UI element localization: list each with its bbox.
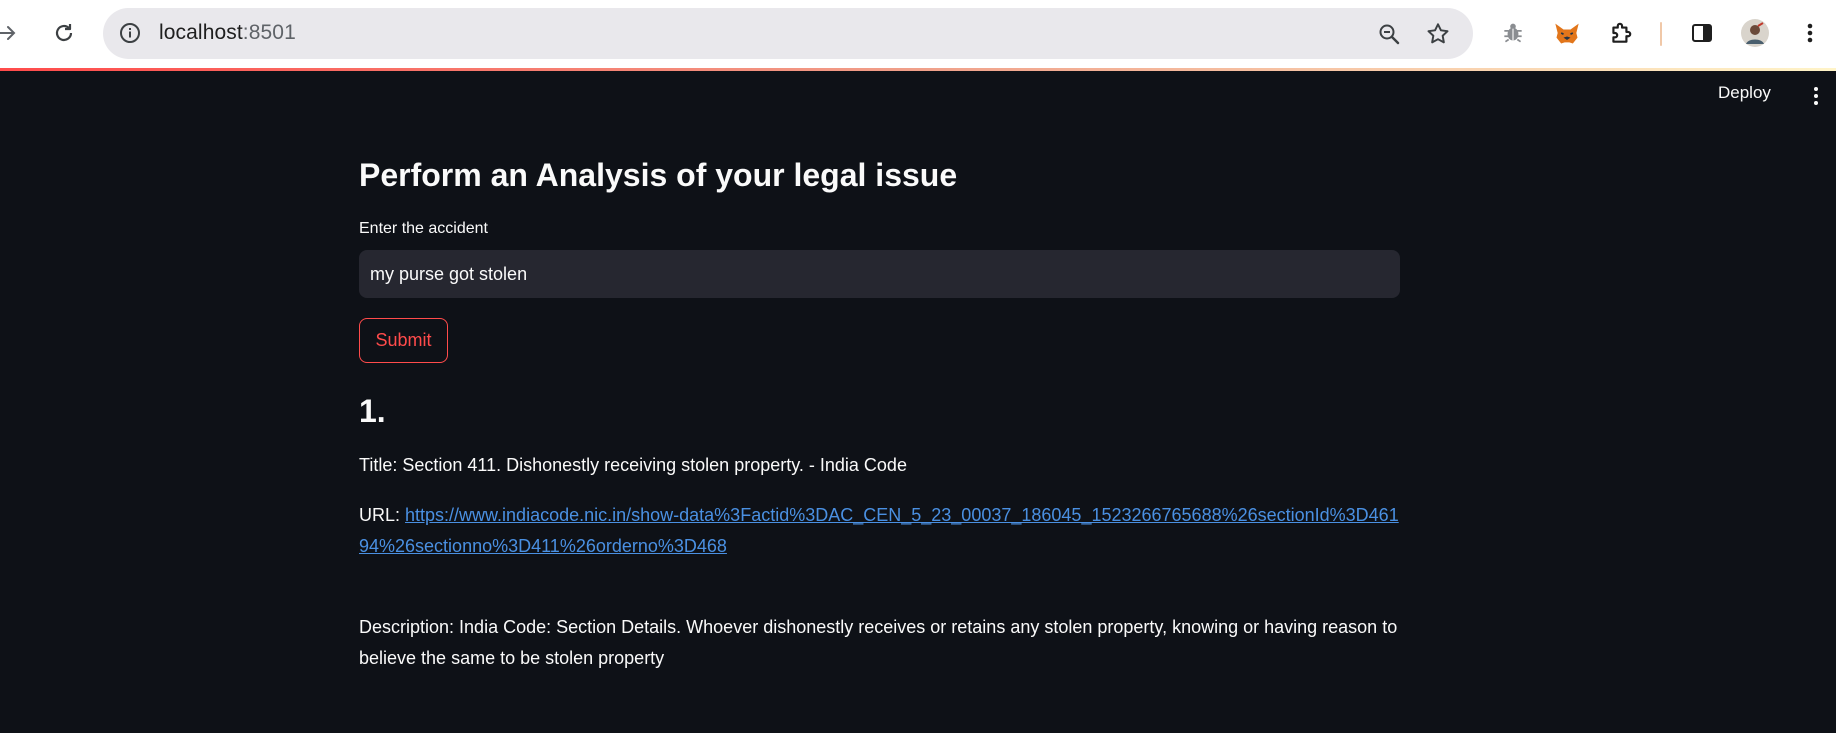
result-url-prefix: URL: — [359, 505, 406, 525]
result-number: 1. — [359, 393, 386, 429]
toolbar-separator — [1660, 22, 1662, 46]
zoom-icon[interactable] — [1375, 20, 1403, 48]
browser-menu-icon[interactable] — [1794, 17, 1826, 49]
result-title: Title: Section 411. Dishonestly receivin… — [359, 450, 1400, 481]
result-title-text: Section 411. Dishonestly receiving stole… — [402, 455, 907, 475]
url-host: localhost — [159, 21, 243, 44]
site-info-icon[interactable] — [117, 20, 143, 46]
forward-icon[interactable] — [0, 18, 22, 48]
address-bar[interactable]: localhost:8501 — [103, 8, 1473, 59]
bookmark-star-icon[interactable] — [1424, 20, 1452, 48]
app-view: Deploy Perform an Analysis of your legal… — [0, 71, 1836, 733]
extensions-puzzle-icon[interactable] — [1605, 17, 1637, 49]
result-url: URL: https://www.indiacode.nic.in/show-d… — [359, 500, 1400, 562]
deploy-button[interactable]: Deploy — [1718, 83, 1771, 103]
page-title: Perform an Analysis of your legal issue — [359, 157, 958, 193]
side-panel-icon[interactable] — [1686, 17, 1718, 49]
input-label: Enter the accident — [359, 220, 488, 237]
url-port: :8501 — [242, 21, 296, 44]
bug-extension-icon[interactable] — [1497, 17, 1529, 49]
result-description-prefix: Description: — [359, 617, 460, 637]
result-url-link[interactable]: https://www.indiacode.nic.in/show-data%3… — [359, 505, 1399, 556]
browser-toolbar: localhost:8501 — [0, 0, 1836, 69]
result-description-text: India Code: Section Details. Whoever dis… — [359, 617, 1398, 668]
app-menu-icon[interactable] — [1806, 85, 1826, 107]
url-text[interactable]: localhost:8501 — [159, 21, 296, 45]
submit-button[interactable]: Submit — [359, 318, 448, 363]
reload-icon[interactable] — [49, 18, 79, 48]
result-title-prefix: Title: — [359, 455, 403, 475]
profile-avatar[interactable] — [1739, 17, 1771, 49]
accident-input[interactable] — [359, 250, 1400, 298]
fox-extension-icon[interactable] — [1551, 17, 1583, 49]
result-description: Description: India Code: Section Details… — [359, 612, 1400, 674]
